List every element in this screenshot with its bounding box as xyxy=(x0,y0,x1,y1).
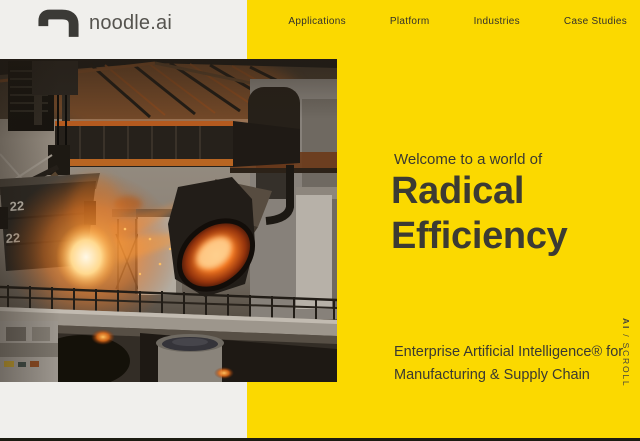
hero-title: Radical Efficiency xyxy=(391,169,568,259)
brand-logo[interactable]: noodle.ai xyxy=(38,9,172,37)
nav-item-applications[interactable]: Applications xyxy=(288,17,346,27)
steel-mill-scene: 22 22 xyxy=(0,59,337,382)
hero-photo-steel-mill: 22 22 xyxy=(0,59,337,382)
main-nav: Applications Platform Industries Case St… xyxy=(288,17,627,27)
nav-item-case-studies[interactable]: Case Studies xyxy=(564,17,627,27)
nav-item-platform[interactable]: Platform xyxy=(390,17,430,27)
brand-name: noodle.ai xyxy=(89,12,172,35)
nav-item-industries[interactable]: Industries xyxy=(474,17,520,27)
hero-tagline-line2: Manufacturing & Supply Chain xyxy=(394,364,623,387)
scroll-indicator[interactable]: AI / SCROLL xyxy=(621,318,631,387)
scroll-indicator-text: SCROLL xyxy=(621,343,631,388)
hero-eyebrow: Welcome to a world of xyxy=(394,151,542,168)
hero-title-line2: Efficiency xyxy=(391,214,568,259)
hero-title-line1: Radical xyxy=(391,169,568,214)
landing-page: noodle.ai Applications Platform Industri… xyxy=(0,0,640,441)
scroll-indicator-ai: AI xyxy=(621,318,631,330)
noodle-n-logo-icon xyxy=(38,9,79,37)
photo-vignette-left xyxy=(0,59,60,382)
hero-tagline: Enterprise Artificial Intelligence® for … xyxy=(394,341,623,387)
scroll-indicator-separator: / xyxy=(621,330,631,343)
hero-tagline-line1: Enterprise Artificial Intelligence® for xyxy=(394,341,623,364)
